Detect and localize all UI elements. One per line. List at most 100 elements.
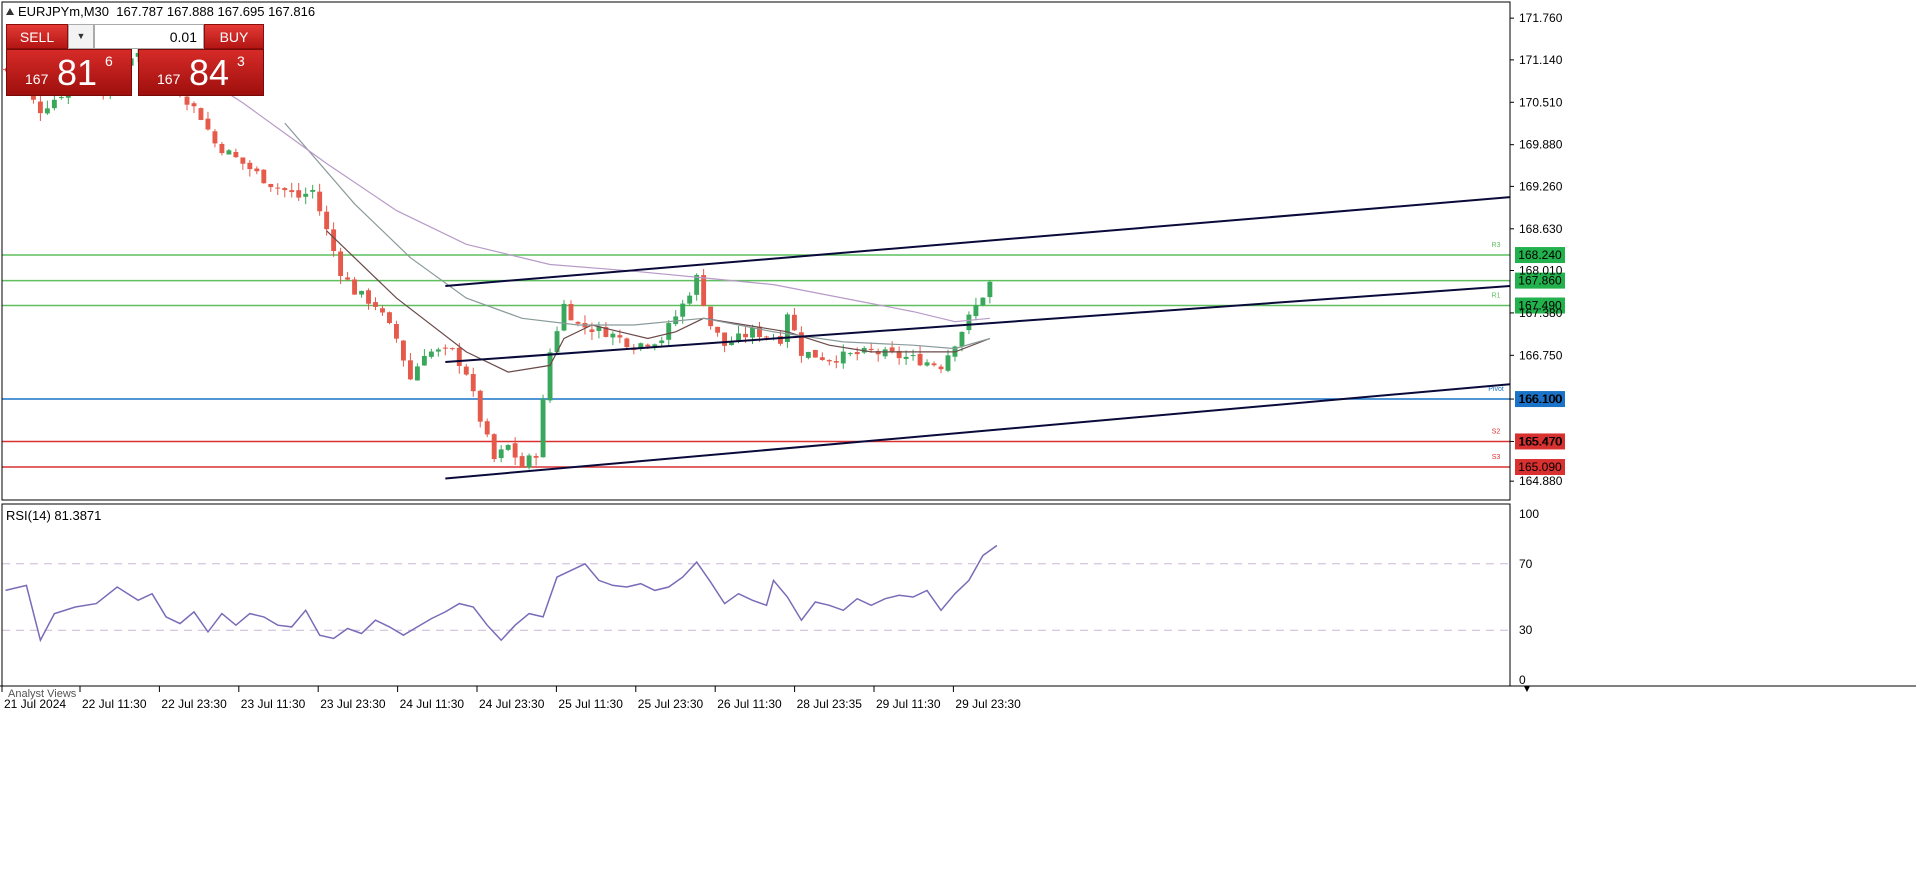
candle-body [547,352,553,401]
candle-body [659,340,665,344]
candle-body [847,353,853,355]
candle-body [701,275,707,306]
price-tick-label: 169.260 [1519,179,1563,193]
candle-body [254,168,260,172]
sell-price-big: 81 [57,52,98,93]
price-chart[interactable]: R3R1PivotS2S3 168.240167.860167.490166.1… [0,0,1916,874]
time-tick-label: 24 Jul 11:30 [400,697,465,711]
candle-body [805,351,811,358]
sell-price-box[interactable]: 167 81 6 [6,49,132,96]
candle-body [708,306,714,327]
candle-body [275,187,281,189]
candle-body [729,342,735,346]
price-tick-label: 167.380 [1519,306,1563,320]
candle-body [722,332,728,346]
time-tick-label: 29 Jul 11:30 [876,697,941,711]
rsi-tick-label: 70 [1519,557,1533,571]
time-tick-label: 29 Jul 23:30 [955,697,1021,711]
candle-body [854,352,860,355]
buy-price-box[interactable]: 167 84 3 [138,49,264,96]
rsi-label: RSI(14) 81.3871 [6,508,102,523]
level-tag: R1 [1492,293,1501,300]
candle-body [819,357,825,360]
trend-line-upper[interactable] [445,196,1511,287]
price-tick-label: 165.470 [1519,434,1563,448]
candle-body [289,190,295,193]
candle-body [959,331,965,347]
candle-body [624,338,630,348]
candle-body [268,183,274,188]
candle-body [317,191,323,212]
candle-body [435,349,441,352]
candle-body [338,251,344,277]
candle-body [400,340,406,361]
time-tick-label: 24 Jul 23:30 [479,697,545,711]
candle-body [37,101,43,114]
candle-body [324,211,330,230]
price-tick-label: 164.880 [1519,474,1563,488]
candle-body [463,366,469,375]
candle-body [247,162,253,170]
candle-body [345,277,351,280]
analyst-views-tab[interactable]: Analyst Views [8,688,76,700]
candle-body [687,295,693,304]
candle-body [512,443,518,458]
candle-body [589,329,595,332]
candle-body [666,323,672,340]
candle-body [226,150,232,155]
time-tick-label: 22 Jul 11:30 [82,697,147,711]
candle-body [219,143,225,154]
level-price-label: 168.240 [1518,248,1562,262]
candle-body [743,333,748,338]
buy-button[interactable]: BUY [204,24,264,49]
candle-body [484,421,490,435]
candle-body [380,308,385,313]
price-tick-label: 168.630 [1519,222,1563,236]
candle-body [198,108,204,120]
candle-body [428,351,434,357]
time-tick-label: 26 Jul 11:30 [717,697,782,711]
rsi-tick-label: 100 [1519,507,1539,521]
candle-body [533,456,539,458]
candle-body [421,355,427,366]
buy-price-big: 84 [189,52,230,93]
candle-body [833,361,839,363]
candle-body [526,455,532,468]
candle-body [44,108,50,114]
candle-body [924,362,930,366]
candle-body [812,349,818,358]
time-tick-label: 22 Jul 23:30 [161,697,227,711]
collapse-triangle-icon[interactable] [6,8,14,15]
buy-price-prefix: 167 [157,71,181,87]
sell-button[interactable]: SELL [6,24,68,49]
candle-body [282,188,288,191]
candle-body [240,157,246,164]
candle-body [212,131,218,144]
candle-body [980,297,986,306]
candle-body [889,347,895,352]
scroll-down-icon[interactable]: ▼ [1522,684,1532,695]
candle-body [840,351,846,364]
candle-body [903,356,909,359]
candle-body [540,399,546,458]
lot-size-input[interactable] [94,24,204,49]
time-tick-label: 25 Jul 23:30 [638,697,704,711]
candle-body [205,118,211,130]
level-tag: S3 [1492,454,1501,461]
candle-body [442,347,448,349]
rsi-line [5,544,998,643]
candle-body [575,321,581,324]
candle-body [931,363,937,366]
rsi-pane-frame [1,503,1511,687]
price-tick-label: 171.140 [1519,53,1563,67]
trend-line-middle[interactable] [445,284,1511,364]
candle-body [680,303,686,317]
candle-body [498,449,504,459]
candle-body [764,336,769,338]
symbol-label: EURJPYm,M30 [18,4,110,19]
lot-dropdown-icon[interactable]: ▼ [68,24,94,49]
level-price-label: 165.090 [1518,460,1562,474]
candle-body [58,97,64,99]
price-tick-label: 170.510 [1519,95,1563,109]
candle-body [882,349,888,357]
